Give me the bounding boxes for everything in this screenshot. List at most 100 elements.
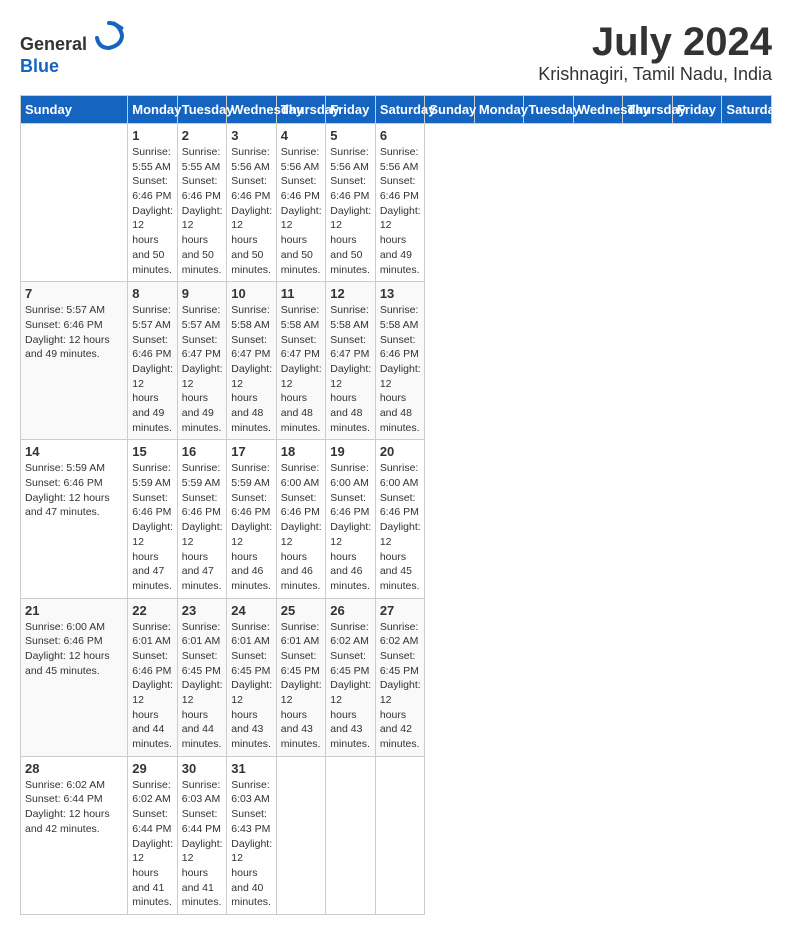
logo-icon xyxy=(94,20,124,50)
day-number: 4 xyxy=(281,128,322,143)
day-number: 31 xyxy=(231,761,272,776)
col-header-sunday: Sunday xyxy=(425,96,475,124)
day-detail: Sunrise: 6:00 AM Sunset: 6:46 PM Dayligh… xyxy=(380,461,421,593)
day-detail: Sunrise: 6:03 AM Sunset: 6:44 PM Dayligh… xyxy=(182,778,223,910)
day-cell: 22Sunrise: 6:01 AM Sunset: 6:46 PM Dayli… xyxy=(128,598,178,756)
day-cell: 5Sunrise: 5:56 AM Sunset: 6:46 PM Daylig… xyxy=(326,124,376,282)
day-detail: Sunrise: 5:56 AM Sunset: 6:46 PM Dayligh… xyxy=(330,145,371,277)
day-cell: 3Sunrise: 5:56 AM Sunset: 6:46 PM Daylig… xyxy=(227,124,277,282)
day-cell: 10 Sunrise: 5:58 AM Sunset: 6:47 PM Dayli… xyxy=(227,282,277,440)
day-cell: 21 Sunrise: 6:00 AM Sunset: 6:46 PM Dayli… xyxy=(21,598,128,756)
week-row-2: 7 Sunrise: 5:57 AM Sunset: 6:46 PM Daylig… xyxy=(21,282,772,440)
day-cell: 24Sunrise: 6:01 AM Sunset: 6:45 PM Dayli… xyxy=(227,598,277,756)
day-number: 7 xyxy=(25,286,123,301)
col-header-thursday: Thursday xyxy=(276,96,326,124)
week-row-1: 1 Sunrise: 5:55 AM Sunset: 6:46 PM Daylig… xyxy=(21,124,772,282)
col-header-sunday: Sunday xyxy=(21,96,128,124)
col-header-wednesday: Wednesday xyxy=(573,96,623,124)
day-number: 28 xyxy=(25,761,123,776)
day-cell: 23Sunrise: 6:01 AM Sunset: 6:45 PM Dayli… xyxy=(177,598,227,756)
day-cell: 28 Sunrise: 6:02 AM Sunset: 6:44 PM Dayli… xyxy=(21,756,128,914)
day-cell: 9Sunrise: 5:57 AM Sunset: 6:47 PM Daylig… xyxy=(177,282,227,440)
day-number: 1 xyxy=(132,128,173,143)
day-number: 14 xyxy=(25,444,123,459)
day-detail: Sunrise: 6:01 AM Sunset: 6:45 PM Dayligh… xyxy=(281,620,322,752)
day-number: 24 xyxy=(231,603,272,618)
day-detail: Sunrise: 6:02 AM Sunset: 6:44 PM Dayligh… xyxy=(25,778,123,837)
day-cell: 13 Sunrise: 5:58 AM Sunset: 6:46 PM Dayli… xyxy=(375,282,425,440)
day-number: 13 xyxy=(380,286,421,301)
day-detail: Sunrise: 6:02 AM Sunset: 6:45 PM Dayligh… xyxy=(330,620,371,752)
day-cell: 14 Sunrise: 5:59 AM Sunset: 6:46 PM Dayli… xyxy=(21,440,128,598)
day-cell: 1 Sunrise: 5:55 AM Sunset: 6:46 PM Daylig… xyxy=(128,124,178,282)
day-detail: Sunrise: 5:56 AM Sunset: 6:46 PM Dayligh… xyxy=(281,145,322,277)
day-cell: 17Sunrise: 5:59 AM Sunset: 6:46 PM Dayli… xyxy=(227,440,277,598)
day-cell: 2 Sunrise: 5:55 AM Sunset: 6:46 PM Daylig… xyxy=(177,124,227,282)
day-detail: Sunrise: 6:00 AM Sunset: 6:46 PM Dayligh… xyxy=(25,620,123,679)
day-detail: Sunrise: 5:58 AM Sunset: 6:47 PM Dayligh… xyxy=(330,303,371,435)
day-cell xyxy=(375,756,425,914)
day-detail: Sunrise: 5:58 AM Sunset: 6:46 PM Dayligh… xyxy=(380,303,421,435)
day-cell: 11Sunrise: 5:58 AM Sunset: 6:47 PM Dayli… xyxy=(276,282,326,440)
header-row: SundayMondayTuesdayWednesdayThursdayFrid… xyxy=(21,96,772,124)
col-header-tuesday: Tuesday xyxy=(524,96,574,124)
col-header-tuesday: Tuesday xyxy=(177,96,227,124)
day-cell: 20 Sunrise: 6:00 AM Sunset: 6:46 PM Dayli… xyxy=(375,440,425,598)
col-header-monday: Monday xyxy=(474,96,524,124)
logo: General Blue xyxy=(20,20,124,77)
week-row-5: 28 Sunrise: 6:02 AM Sunset: 6:44 PM Dayli… xyxy=(21,756,772,914)
day-cell: 30 Sunrise: 6:03 AM Sunset: 6:44 PM Dayli… xyxy=(177,756,227,914)
day-number: 21 xyxy=(25,603,123,618)
day-detail: Sunrise: 6:01 AM Sunset: 6:45 PM Dayligh… xyxy=(182,620,223,752)
day-detail: Sunrise: 5:56 AM Sunset: 6:46 PM Dayligh… xyxy=(231,145,272,277)
day-detail: Sunrise: 6:01 AM Sunset: 6:46 PM Dayligh… xyxy=(132,620,173,752)
day-cell: 15Sunrise: 5:59 AM Sunset: 6:46 PM Dayli… xyxy=(128,440,178,598)
title-block: July 2024 Krishnagiri, Tamil Nadu, India xyxy=(538,20,772,85)
day-detail: Sunrise: 5:55 AM Sunset: 6:46 PM Dayligh… xyxy=(182,145,223,277)
day-detail: Sunrise: 5:55 AM Sunset: 6:46 PM Dayligh… xyxy=(132,145,173,277)
day-cell: 18Sunrise: 6:00 AM Sunset: 6:46 PM Dayli… xyxy=(276,440,326,598)
day-number: 8 xyxy=(132,286,173,301)
day-detail: Sunrise: 5:59 AM Sunset: 6:46 PM Dayligh… xyxy=(25,461,123,520)
logo-general-text: General xyxy=(20,34,87,54)
day-detail: Sunrise: 5:59 AM Sunset: 6:46 PM Dayligh… xyxy=(132,461,173,593)
day-cell xyxy=(21,124,128,282)
day-detail: Sunrise: 5:57 AM Sunset: 6:46 PM Dayligh… xyxy=(132,303,173,435)
col-header-saturday: Saturday xyxy=(375,96,425,124)
month-title: July 2024 xyxy=(538,20,772,64)
day-cell: 19Sunrise: 6:00 AM Sunset: 6:46 PM Dayli… xyxy=(326,440,376,598)
day-cell: 26Sunrise: 6:02 AM Sunset: 6:45 PM Dayli… xyxy=(326,598,376,756)
day-cell: 27Sunrise: 6:02 AM Sunset: 6:45 PM Dayli… xyxy=(375,598,425,756)
day-detail: Sunrise: 5:59 AM Sunset: 6:46 PM Dayligh… xyxy=(182,461,223,593)
day-detail: Sunrise: 6:02 AM Sunset: 6:44 PM Dayligh… xyxy=(132,778,173,910)
col-header-wednesday: Wednesday xyxy=(227,96,277,124)
day-number: 16 xyxy=(182,444,223,459)
col-header-saturday: Saturday xyxy=(722,96,772,124)
col-header-thursday: Thursday xyxy=(623,96,673,124)
day-number: 25 xyxy=(281,603,322,618)
page-header: General Blue July 2024 Krishnagiri, Tami… xyxy=(20,20,772,85)
logo-blue-text: Blue xyxy=(20,56,59,76)
day-cell: 12 Sunrise: 5:58 AM Sunset: 6:47 PM Dayli… xyxy=(326,282,376,440)
day-number: 12 xyxy=(330,286,371,301)
location-title: Krishnagiri, Tamil Nadu, India xyxy=(538,64,772,85)
day-cell: 8 Sunrise: 5:57 AM Sunset: 6:46 PM Daylig… xyxy=(128,282,178,440)
day-cell xyxy=(276,756,326,914)
day-number: 18 xyxy=(281,444,322,459)
day-number: 17 xyxy=(231,444,272,459)
week-row-4: 21 Sunrise: 6:00 AM Sunset: 6:46 PM Dayli… xyxy=(21,598,772,756)
day-number: 30 xyxy=(182,761,223,776)
calendar-table: SundayMondayTuesdayWednesdayThursdayFrid… xyxy=(20,95,772,915)
day-number: 2 xyxy=(182,128,223,143)
day-number: 10 xyxy=(231,286,272,301)
day-cell: 4 Sunrise: 5:56 AM Sunset: 6:46 PM Daylig… xyxy=(276,124,326,282)
day-cell: 7Sunrise: 5:57 AM Sunset: 6:46 PM Daylig… xyxy=(21,282,128,440)
day-cell: 29Sunrise: 6:02 AM Sunset: 6:44 PM Dayli… xyxy=(128,756,178,914)
day-detail: Sunrise: 6:00 AM Sunset: 6:46 PM Dayligh… xyxy=(330,461,371,593)
col-header-friday: Friday xyxy=(326,96,376,124)
day-detail: Sunrise: 5:58 AM Sunset: 6:47 PM Dayligh… xyxy=(231,303,272,435)
day-detail: Sunrise: 6:03 AM Sunset: 6:43 PM Dayligh… xyxy=(231,778,272,910)
day-cell xyxy=(326,756,376,914)
day-number: 20 xyxy=(380,444,421,459)
day-detail: Sunrise: 5:57 AM Sunset: 6:47 PM Dayligh… xyxy=(182,303,223,435)
